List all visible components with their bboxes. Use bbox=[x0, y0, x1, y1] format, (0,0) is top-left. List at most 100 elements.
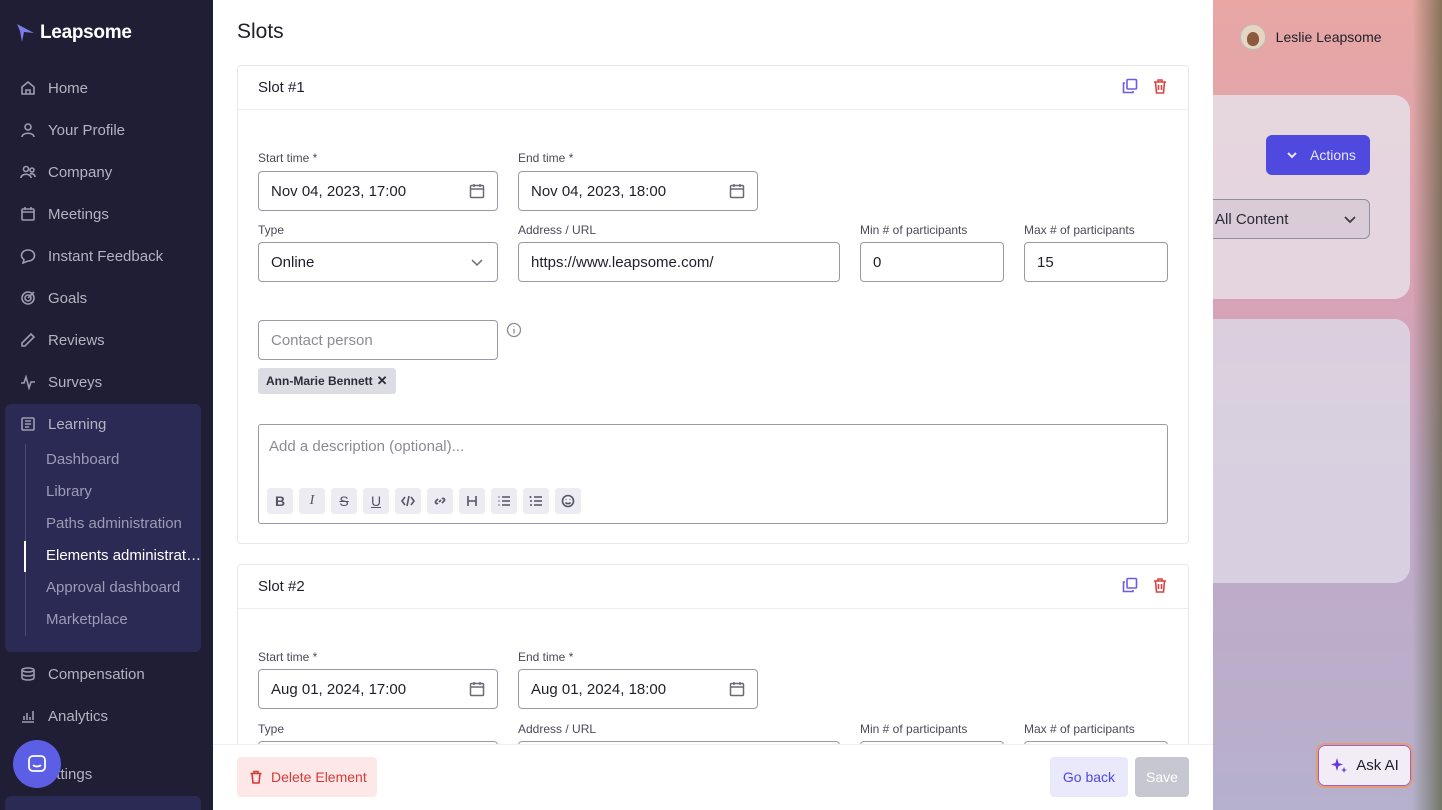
min-participants-label: Min # of participants bbox=[860, 223, 968, 237]
bullet-list-icon[interactable] bbox=[491, 488, 517, 514]
sidebar-item-surveys[interactable]: Surveys bbox=[20, 370, 102, 394]
slot-title: Slot #2 bbox=[258, 578, 305, 595]
submenu-active-indicator bbox=[24, 541, 26, 572]
ask-ai-button[interactable]: Ask AI bbox=[1316, 743, 1413, 788]
sidebar-item-label: Home bbox=[48, 79, 89, 97]
sidebar-item-meetings[interactable]: Meetings bbox=[20, 202, 109, 226]
avatar bbox=[1239, 24, 1266, 50]
sidebar: Leapsome Home Your Profile Company Meeti… bbox=[0, 0, 213, 810]
chart-icon bbox=[20, 708, 36, 724]
sparkle-icon bbox=[1331, 757, 1348, 773]
duplicate-slot-button[interactable] bbox=[1122, 78, 1138, 98]
support-chat-button[interactable] bbox=[13, 740, 61, 788]
user-menu[interactable]: m Leslie Leapsome bbox=[1198, 24, 1382, 50]
sidebar-item-label: Analytics bbox=[48, 707, 109, 725]
background-image-edge bbox=[1412, 0, 1442, 810]
sidebar-item-your-profile[interactable]: Your Profile bbox=[20, 118, 125, 142]
delete-slot-button[interactable] bbox=[1152, 78, 1168, 98]
numbered-list-icon[interactable] bbox=[523, 488, 549, 514]
sidebar-bottom-item[interactable] bbox=[5, 796, 201, 810]
sidebar-item-home[interactable]: Home bbox=[20, 76, 88, 100]
duplicate-slot-button[interactable] bbox=[1122, 577, 1138, 597]
bold-icon[interactable]: B bbox=[267, 488, 293, 514]
end-time-input[interactable]: Aug 01, 2024, 18:00 bbox=[518, 669, 758, 709]
sidebar-item-label: Your Profile bbox=[48, 121, 125, 139]
strikethrough-icon[interactable]: S bbox=[331, 488, 357, 514]
sidebar-item-analytics[interactable]: Analytics bbox=[20, 704, 108, 728]
chat-bubble-icon bbox=[28, 755, 46, 772]
sidebar-item-company[interactable]: Company bbox=[20, 160, 112, 184]
sidebar-item-instant-feedback[interactable]: Instant Feedback bbox=[20, 244, 163, 268]
delete-slot-button[interactable] bbox=[1152, 577, 1168, 597]
sidebar-item-label: Surveys bbox=[48, 373, 103, 391]
max-participants-label: Max # of participants bbox=[1024, 223, 1135, 237]
save-button[interactable]: Save bbox=[1135, 757, 1189, 797]
modal-title: Slots bbox=[237, 20, 284, 43]
leapsome-logo-icon bbox=[17, 24, 34, 42]
address-input[interactable]: https://www.leapsome.com/ bbox=[518, 242, 840, 282]
slot-title: Slot #1 bbox=[258, 79, 305, 96]
sidebar-subitem-marketplace[interactable]: Marketplace bbox=[46, 611, 204, 628]
chip-label: Ann-Marie Bennett bbox=[266, 374, 373, 388]
end-time-value: Nov 04, 2023, 18:00 bbox=[531, 182, 667, 200]
type-label: Type bbox=[258, 722, 285, 736]
type-select[interactable]: Online bbox=[258, 242, 498, 282]
sidebar-item-learning[interactable]: Learning bbox=[20, 412, 106, 436]
start-time-input[interactable]: Aug 01, 2024, 17:00 bbox=[258, 669, 498, 709]
max-participants-value: 15 bbox=[1037, 253, 1054, 271]
calendar-icon bbox=[469, 682, 485, 697]
sidebar-item-label: Learning bbox=[48, 415, 107, 433]
sidebar-item-compensation[interactable]: Compensation bbox=[20, 662, 145, 686]
sidebar-subitem-approval-dashboard[interactable]: Approval dashboard bbox=[46, 579, 204, 596]
sidebar-item-label: Company bbox=[48, 163, 113, 181]
sidebar-subitem-library[interactable]: Library bbox=[46, 483, 204, 500]
contact-person-placeholder: Contact person bbox=[271, 331, 373, 349]
info-icon[interactable] bbox=[506, 322, 522, 338]
underline-icon[interactable]: U bbox=[363, 488, 389, 514]
sidebar-subitem-elements-administration[interactable]: Elements administration bbox=[46, 547, 204, 564]
editor-toolbar: B I S U bbox=[267, 488, 581, 514]
actions-button[interactable]: Actions bbox=[1266, 135, 1370, 175]
min-participants-value: 0 bbox=[873, 253, 882, 271]
start-time-input[interactable]: Nov 04, 2023, 17:00 bbox=[258, 171, 498, 211]
calendar-icon bbox=[20, 206, 36, 222]
sidebar-item-goals[interactable]: Goals bbox=[20, 286, 87, 310]
emoji-icon[interactable] bbox=[555, 488, 581, 514]
content-filter-value: All Content bbox=[1215, 210, 1289, 228]
end-time-input[interactable]: Nov 04, 2023, 18:00 bbox=[518, 171, 758, 211]
delete-element-label: Delete Element bbox=[271, 769, 367, 785]
leapsome-logo[interactable]: Leapsome bbox=[16, 22, 132, 44]
chevron-down-icon bbox=[1344, 216, 1356, 224]
min-participants-input[interactable]: 0 bbox=[860, 242, 1004, 282]
contact-person-input[interactable]: Contact person bbox=[258, 320, 498, 360]
remove-chip-button[interactable]: ✕ bbox=[377, 373, 388, 389]
link-icon[interactable] bbox=[427, 488, 453, 514]
calendar-icon bbox=[469, 184, 485, 199]
target-icon bbox=[20, 290, 36, 306]
max-participants-input[interactable]: 15 bbox=[1024, 242, 1168, 282]
sidebar-item-label: Compensation bbox=[48, 665, 145, 683]
go-back-button[interactable]: Go back bbox=[1050, 757, 1128, 797]
actions-label: Actions bbox=[1310, 147, 1356, 163]
contact-person-chip: Ann-Marie Bennett ✕ bbox=[258, 368, 396, 394]
type-value: Online bbox=[271, 253, 315, 271]
heading-icon[interactable] bbox=[459, 488, 485, 514]
description-editor[interactable]: Add a description (optional)... B I S U bbox=[258, 424, 1168, 524]
sidebar-item-reviews[interactable]: Reviews bbox=[20, 328, 105, 352]
trash-icon bbox=[1154, 78, 1166, 94]
chevron-down-icon bbox=[471, 259, 483, 267]
content-filter-select[interactable]: All Content bbox=[1200, 199, 1370, 239]
sidebar-item-label: Goals bbox=[48, 289, 88, 307]
trash-icon bbox=[1154, 577, 1166, 593]
chat-icon bbox=[20, 248, 36, 264]
copy-icon bbox=[1122, 577, 1138, 592]
italic-icon[interactable]: I bbox=[299, 488, 325, 514]
delete-element-button[interactable]: Delete Element bbox=[237, 757, 377, 797]
sidebar-subitem-paths-administration[interactable]: Paths administration bbox=[46, 515, 204, 532]
sidebar-subitem-dashboard[interactable]: Dashboard bbox=[46, 451, 204, 468]
submenu-line bbox=[25, 444, 26, 636]
user-name: Leslie Leapsome bbox=[1275, 29, 1382, 45]
code-icon[interactable] bbox=[395, 488, 421, 514]
calendar-icon bbox=[729, 184, 745, 199]
min-participants-label: Min # of participants bbox=[860, 722, 968, 736]
